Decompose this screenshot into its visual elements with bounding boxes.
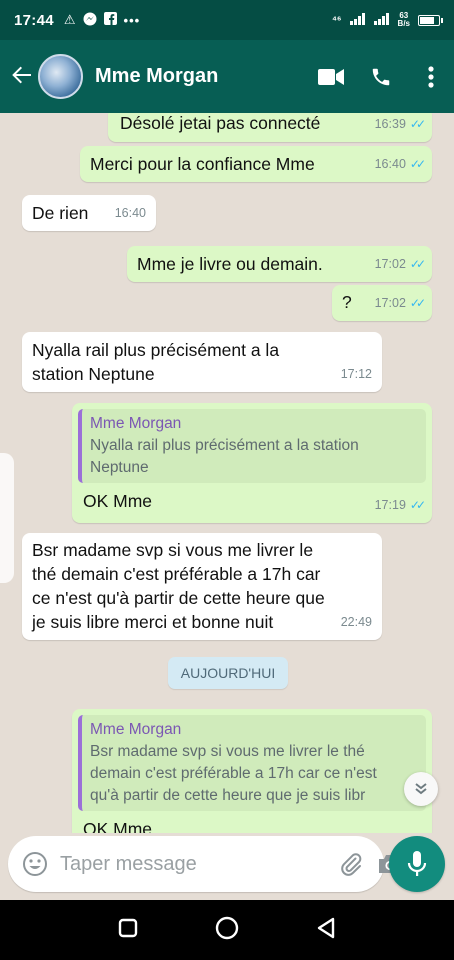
message-text: OK Mme — [83, 491, 153, 511]
quote-text-line: Neptune — [90, 459, 149, 476]
double-chevron-down-icon — [415, 783, 427, 795]
message-time: 17:12 — [340, 367, 372, 381]
message-text: OK Mme — [83, 819, 153, 833]
read-ticks-icon: ✓✓ — [409, 257, 426, 271]
message-bubble-outgoing[interactable]: Désolé jetai pas connecté 16:39 ✓✓ — [108, 113, 432, 142]
chat-area[interactable]: Désolé jetai pas connecté 16:39 ✓✓ Merci … — [0, 113, 454, 833]
message-text: Bsr madame svp si vous me livrer le thé … — [32, 540, 325, 632]
volte-icon: ⁴⁶ — [331, 14, 342, 26]
status-time: 17:44 — [14, 11, 54, 29]
message-bubble-outgoing[interactable]: ? 17:02 ✓✓ — [332, 285, 432, 321]
read-ticks-icon: ✓✓ — [409, 498, 426, 512]
side-handle[interactable] — [0, 453, 14, 583]
message-bubble-incoming[interactable]: Bsr madame svp si vous me livrer le thé … — [22, 533, 382, 640]
quoted-message[interactable]: Mme Morgan Nyalla rail plus précisément … — [78, 409, 426, 483]
message-bubble-incoming[interactable]: De rien 16:40 — [22, 195, 156, 231]
quote-author: Mme Morgan — [90, 721, 182, 738]
avatar[interactable] — [38, 54, 83, 99]
read-ticks-icon: ✓✓ — [409, 296, 426, 310]
system-nav-bar — [0, 900, 454, 960]
warning-icon: ⚠ — [63, 12, 76, 27]
message-text: Merci pour la confiance Mme — [90, 154, 315, 174]
message-time: 17:02 — [374, 296, 406, 310]
menu-icon[interactable] — [416, 62, 446, 92]
back-icon[interactable] — [316, 917, 336, 944]
more-dots-icon: ••• — [123, 12, 141, 28]
quote-text-line: qu'à partir de cette heure que je suis l… — [90, 787, 366, 804]
chat-header: Mme Morgan — [0, 40, 454, 113]
messenger-icon — [83, 12, 97, 29]
message-time: 17:02 — [374, 257, 406, 271]
quote-text-line: demain c'est préférable a 17h car ce n'e… — [90, 765, 377, 782]
signal-icon-2 — [373, 12, 390, 28]
message-text: ? — [342, 292, 352, 312]
message-time: 17:19 — [374, 498, 406, 512]
attach-icon[interactable] — [339, 850, 363, 878]
read-ticks-icon: ✓✓ — [409, 157, 426, 171]
message-bubble-outgoing[interactable]: Mme je livre ou demain. 17:02 ✓✓ — [127, 246, 432, 282]
scroll-down-button[interactable] — [404, 772, 438, 806]
message-bubble-outgoing[interactable]: Mme Morgan Bsr madame svp si vous me liv… — [72, 709, 432, 833]
read-ticks-icon: ✓✓ — [409, 117, 426, 131]
message-composer — [8, 836, 401, 892]
video-call-icon[interactable] — [316, 62, 346, 92]
quote-text-line: Nyalla rail plus précisément a la statio… — [90, 437, 359, 454]
message-bubble-outgoing[interactable]: Merci pour la confiance Mme 16:40 ✓✓ — [80, 146, 432, 182]
quote-text-line: Bsr madame svp si vous me livrer le thé — [90, 743, 365, 760]
quoted-message[interactable]: Mme Morgan Bsr madame svp si vous me liv… — [78, 715, 426, 811]
recents-icon[interactable] — [118, 918, 138, 943]
facebook-icon — [103, 12, 117, 28]
battery-icon — [418, 14, 443, 26]
message-bubble-outgoing[interactable]: Mme Morgan Nyalla rail plus précisément … — [72, 403, 432, 523]
date-separator: AUJOURD'HUI — [168, 657, 288, 689]
message-bubble-incoming[interactable]: Nyalla rail plus précisément a la statio… — [22, 332, 382, 392]
status-bar: 17:44 ⚠ ••• ⁴⁶ 63 B/s — [0, 0, 454, 40]
message-text: Désolé jetai pas connecté — [120, 113, 321, 133]
emoji-icon[interactable] — [22, 851, 48, 877]
voice-call-icon[interactable] — [366, 62, 396, 92]
message-text: Nyalla rail plus précisément a la statio… — [32, 340, 280, 384]
message-time: 16:40 — [374, 157, 406, 171]
signal-icon-1 — [349, 12, 366, 28]
back-arrow-icon[interactable] — [8, 64, 36, 90]
network-speed: 63 B/s — [397, 11, 410, 28]
message-time: 22:49 — [340, 615, 372, 629]
mic-button[interactable] — [389, 836, 445, 892]
contact-name[interactable]: Mme Morgan — [95, 65, 296, 88]
message-input[interactable] — [60, 852, 325, 876]
message-text: Mme je livre ou demain. — [137, 254, 323, 274]
message-text: De rien — [32, 203, 89, 223]
message-time: 16:40 — [114, 206, 146, 220]
message-time: 16:39 — [374, 117, 406, 131]
microphone-icon — [407, 851, 427, 876]
quote-author: Mme Morgan — [90, 415, 182, 432]
home-icon[interactable] — [215, 916, 239, 945]
